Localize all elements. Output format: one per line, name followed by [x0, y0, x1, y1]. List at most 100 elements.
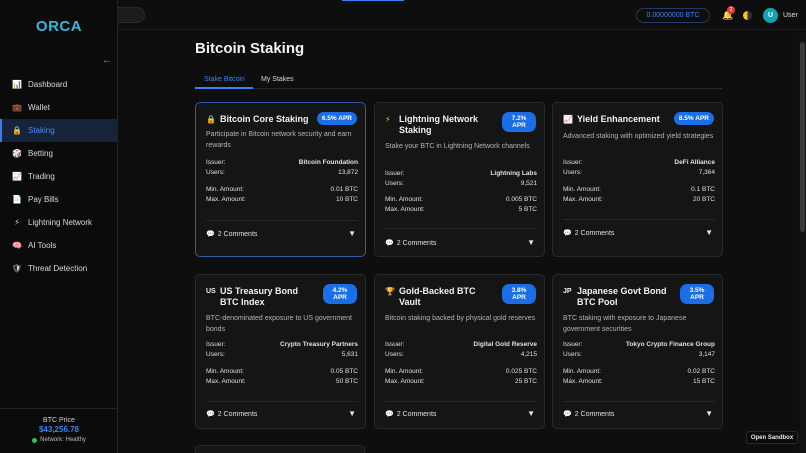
staking-card[interactable]: 🏆 Gold-Backed BTC Vault 3.8% APR Bitcoin …: [374, 274, 545, 429]
trophy-icon: 🏆: [385, 287, 395, 296]
scrollbar-thumb[interactable]: [800, 42, 805, 232]
lock-icon: 🔒: [206, 115, 216, 124]
open-sandbox-button[interactable]: Open Sandbox: [746, 431, 798, 444]
apr-badge: 8.5% APR: [673, 112, 714, 125]
comments-count: 2 Comments: [396, 239, 437, 247]
tab-stake-bitcoin[interactable]: Stake Bitcoin: [204, 76, 245, 83]
chevron-down-icon[interactable]: ▼: [527, 409, 535, 418]
card-title-text: Gold-Backed BTC Vault: [399, 286, 476, 307]
issuer-row: Issuer: Digital Gold Reserve: [385, 341, 537, 348]
sidebar-item-trading[interactable]: 📈 Trading: [0, 165, 118, 188]
issuer-label: Issuer:: [563, 341, 583, 348]
staking-card[interactable]: ⚡ Lightning Network Staking 7.2% APR Stak…: [374, 102, 545, 257]
min-amount-value: 0.1 BTC: [691, 186, 715, 193]
sidebar-item-pay-bills[interactable]: 📄 Pay Bills: [0, 188, 118, 211]
card-title: ⚡ Lightning Network Staking: [385, 114, 497, 136]
chevron-down-icon[interactable]: ▼: [705, 228, 713, 237]
dashboard-icon: 📊: [12, 80, 22, 89]
comments-count: 2 Comments: [574, 410, 615, 418]
network-status: Network: Healthy: [0, 437, 118, 443]
chevron-down-icon[interactable]: ▼: [348, 409, 356, 418]
sidebar-item-lightning-network[interactable]: ⚡ Lightning Network: [0, 211, 118, 234]
staking-card[interactable]: 📈 Yield Enhancement 8.5% APR Advanced sta…: [552, 102, 723, 257]
issuer-label: Issuer:: [206, 341, 226, 348]
divider: [385, 401, 537, 402]
sidebar-item-label: Wallet: [28, 103, 50, 112]
sidebar-nav: 📊 Dashboard 💼 Wallet 🔒 Staking 🎲 Betting 📈 Tr…: [0, 73, 118, 280]
card-description: Bitcoin staking backed by physical gold …: [385, 315, 536, 322]
comments-toggle[interactable]: 💬 2 Comments: [385, 239, 437, 248]
comments-toggle[interactable]: 💬 2 Comments: [206, 230, 258, 239]
btc-price-value: $43,256.78: [38, 425, 80, 434]
card-title: 🔒 Bitcoin Core Staking: [206, 114, 318, 125]
sidebar-item-label: Trading: [28, 172, 55, 181]
collapse-sidebar-icon[interactable]: ←: [102, 55, 112, 66]
sidebar-item-dashboard[interactable]: 📊 Dashboard: [0, 73, 118, 96]
staking-card[interactable]: US US Treasury Bond BTC Index 4.2% APR BT…: [195, 274, 366, 429]
avatar[interactable]: U: [763, 8, 778, 23]
tab-my-stakes[interactable]: My Stakes: [261, 76, 294, 83]
sidebar-item-threat-detection[interactable]: 🛡 Threat Detection: [0, 257, 118, 280]
comments-count: 2 Comments: [217, 230, 258, 238]
sidebar-item-label: Staking: [28, 126, 55, 135]
btc-price-panel: BTC Price $43,256.78 Network: Healthy: [0, 408, 118, 443]
max-amount-label: Max. Amount:: [206, 196, 246, 203]
min-amount-label: Min. Amount:: [563, 368, 601, 375]
lightning-icon: ⚡: [14, 218, 20, 227]
search-input[interactable]: [118, 7, 145, 23]
sidebar-item-betting[interactable]: 🎲 Betting: [0, 142, 118, 165]
lock-icon: 🔒: [12, 126, 22, 135]
divider: [563, 219, 715, 220]
sidebar-item-ai-tools[interactable]: 🧠 AI Tools: [0, 234, 118, 257]
min-amount-label: Min. Amount:: [563, 186, 601, 193]
comments-toggle[interactable]: 💬 2 Comments: [385, 410, 437, 419]
app-logo[interactable]: ORCA: [0, 18, 118, 35]
chevron-down-icon[interactable]: ▼: [527, 238, 535, 247]
users-row: Users: 13,872: [206, 169, 358, 176]
min-amount-value: 0.02 BTC: [687, 368, 715, 375]
users-row: Users: 7,364: [563, 169, 715, 176]
card-title: US US Treasury Bond BTC Index: [206, 286, 318, 308]
staking-card[interactable]: JP Japanese Govt Bond BTC Pool 3.5% APR B…: [552, 274, 723, 429]
card-description: BTC-denominated exposure to US governmen…: [206, 315, 352, 333]
comments-count: 2 Comments: [396, 410, 437, 418]
comments-count: 2 Comments: [574, 229, 615, 237]
comment-icon: 💬: [385, 411, 394, 418]
comments-count: 2 Comments: [217, 410, 258, 418]
sidebar-item-staking[interactable]: 🔒 Staking: [0, 119, 118, 142]
max-amount-row: Max. Amount: 20 BTC: [563, 196, 715, 203]
max-amount-value: 5 BTC: [518, 206, 537, 213]
comments-toggle[interactable]: 💬 2 Comments: [563, 229, 615, 238]
max-amount-row: Max. Amount: 15 BTC: [563, 378, 715, 385]
users-row: Users: 4,215: [385, 351, 537, 358]
users-row: Users: 3,147: [563, 351, 715, 358]
sidebar-item-wallet[interactable]: 💼 Wallet: [0, 96, 118, 119]
max-amount-value: 25 BTC: [514, 378, 537, 385]
comments-toggle[interactable]: 💬 2 Comments: [206, 410, 258, 419]
max-amount-row: Max. Amount: 50 BTC: [206, 378, 358, 385]
max-amount-value: 20 BTC: [692, 196, 715, 203]
sidebar-item-label: Dashboard: [28, 80, 68, 89]
comments-toggle[interactable]: 💬 2 Comments: [563, 410, 615, 419]
chevron-down-icon[interactable]: ▼: [348, 229, 356, 238]
max-amount-value: 15 BTC: [692, 378, 715, 385]
min-amount-row: Min. Amount: 0.05 BTC: [206, 368, 358, 375]
theme-toggle-icon[interactable]: [743, 11, 752, 20]
staking-card[interactable]: 🔒 Bitcoin Core Staking 6.5% APR Participa…: [195, 102, 366, 257]
active-tab-indicator: [195, 87, 253, 89]
staking-card-partial[interactable]: [195, 445, 365, 453]
min-amount-label: Min. Amount:: [206, 368, 244, 375]
card-title-text: US Treasury Bond BTC Index: [220, 286, 299, 307]
document-icon: 📄: [12, 195, 22, 204]
chevron-down-icon[interactable]: ▼: [705, 409, 713, 418]
divider: [563, 401, 715, 402]
min-amount-label: Min. Amount:: [385, 368, 423, 375]
wallet-icon: 💼: [12, 103, 22, 112]
us-flag-icon: US: [206, 288, 216, 295]
btc-balance-badge[interactable]: 0.00000000 BTC: [636, 8, 710, 23]
users-label: Users:: [563, 169, 582, 176]
chart-icon: 📈: [12, 172, 22, 181]
min-amount-row: Min. Amount: 0.005 BTC: [385, 196, 537, 203]
user-label[interactable]: User: [783, 12, 798, 19]
issuer-label: Issuer:: [385, 341, 405, 348]
